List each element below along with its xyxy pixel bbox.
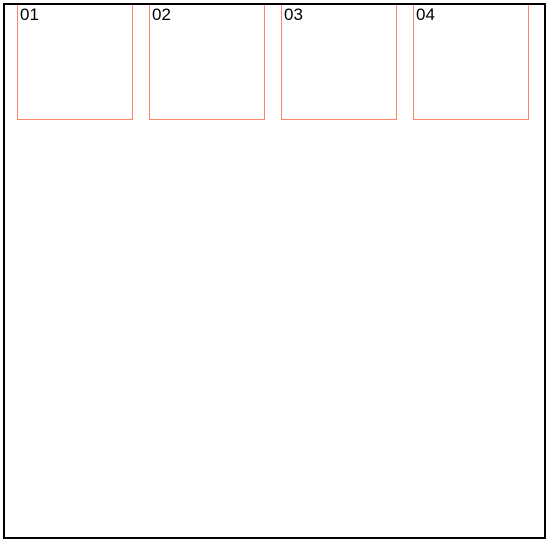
box-02: 02: [149, 5, 265, 120]
box-label: 04: [416, 5, 435, 25]
box-01: 01: [17, 5, 133, 120]
box-label: 02: [152, 5, 171, 25]
main-container: 01 02 03 04: [3, 3, 546, 539]
box-label: 03: [284, 5, 303, 25]
box-03: 03: [281, 5, 397, 120]
box-label: 01: [20, 5, 39, 25]
box-04: 04: [413, 5, 529, 120]
boxes-row: 01 02 03 04: [5, 5, 544, 120]
